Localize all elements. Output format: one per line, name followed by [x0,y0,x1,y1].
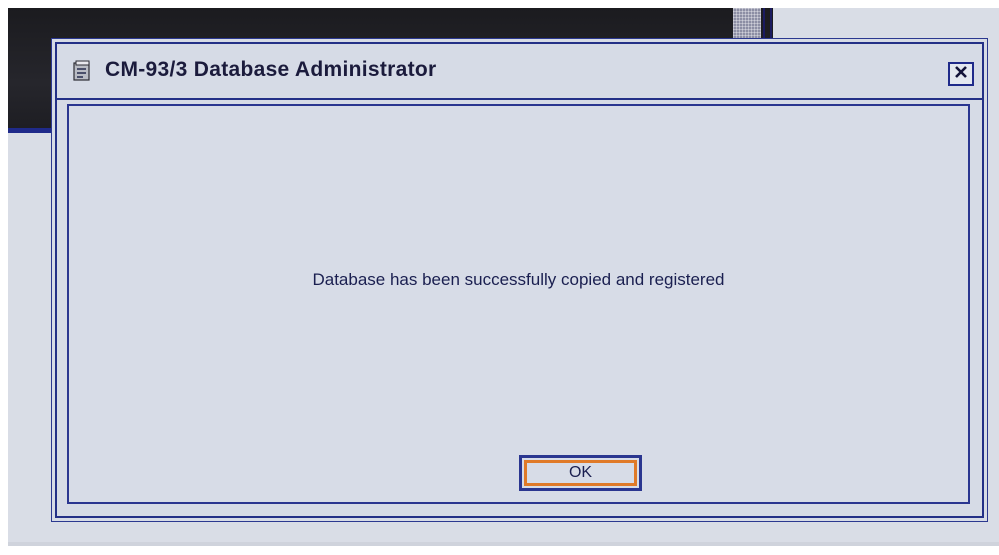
database-icon [73,60,91,82]
close-button[interactable] [948,62,974,86]
close-icon [954,65,968,84]
screen: CM-93/3 Database Administrator Database … [0,0,999,555]
background-divider [770,8,772,42]
dialog-titlebar[interactable]: CM-93/3 Database Administrator [57,44,982,100]
ok-button[interactable]: OK [519,455,642,491]
dialog-title: CM-93/3 Database Administrator [105,58,437,81]
status-message: Database has been successfully copied an… [312,270,725,289]
ok-button-label: OK [524,460,637,486]
dialog-content-panel: Database has been successfully copied an… [67,104,970,504]
background-divider [763,8,765,42]
database-administrator-dialog: CM-93/3 Database Administrator Database … [55,42,984,518]
background-bottom-edge [8,542,999,546]
background-pattern [733,8,761,42]
